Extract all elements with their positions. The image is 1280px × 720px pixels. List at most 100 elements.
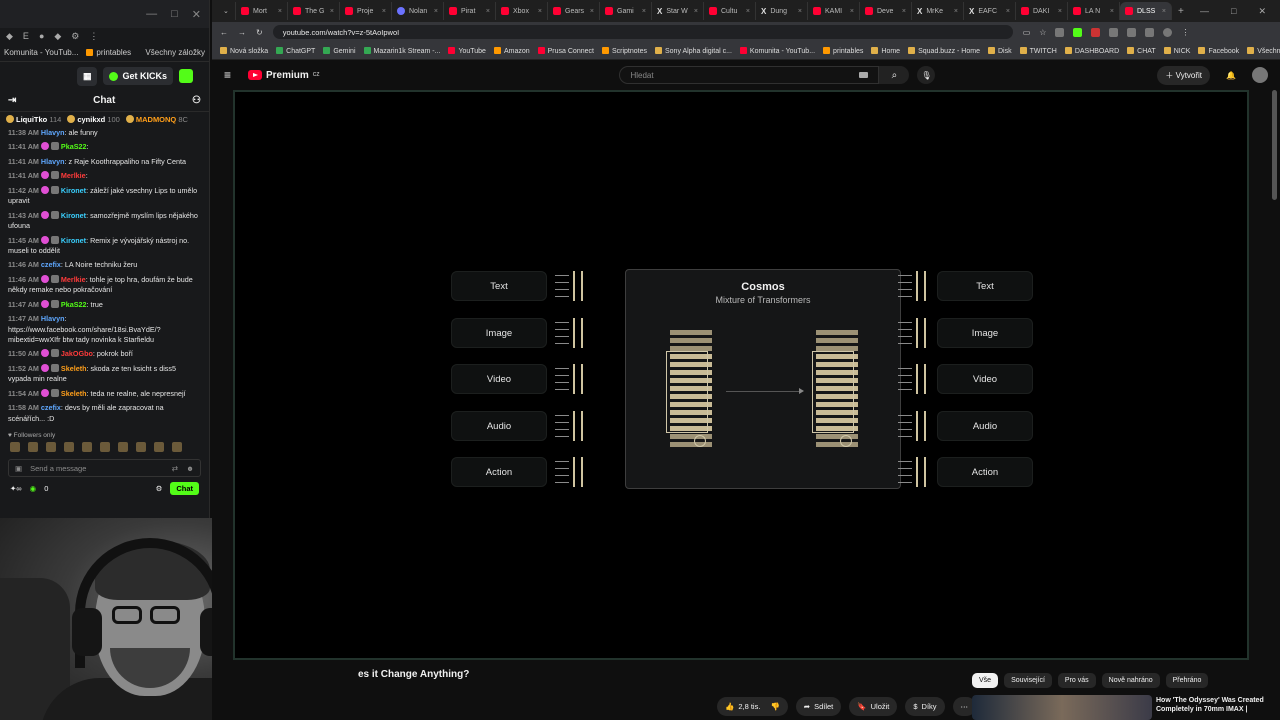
chat-send-button[interactable]: Chat — [170, 481, 199, 495]
cast-icon[interactable]: ▭ — [1023, 28, 1031, 37]
browser-tab[interactable]: Gears × — [548, 2, 600, 20]
get-kicks-button[interactable]: Get KICKs — [103, 67, 173, 85]
keyboard-icon[interactable] — [859, 72, 869, 78]
tab-close-icon[interactable]: × — [1006, 8, 1010, 15]
browser-tab[interactable]: Gami × — [600, 2, 652, 20]
youtube-logo[interactable]: Premium CZ — [248, 70, 319, 81]
gifter[interactable]: cynikxd 100 — [67, 114, 120, 124]
message-username[interactable]: Kironet — [61, 186, 86, 195]
star-icon[interactable]: ☆ — [1039, 28, 1046, 37]
extension-icon[interactable]: E — [23, 31, 29, 41]
message-username[interactable]: Skeleth — [61, 389, 87, 398]
extension-icon[interactable]: ◆ — [54, 31, 61, 42]
bookmark-item[interactable]: Gemini — [323, 46, 356, 55]
tab-close-icon[interactable]: × — [902, 8, 906, 15]
tab-close-icon[interactable]: × — [850, 8, 854, 15]
tab-close-icon[interactable]: × — [590, 8, 594, 15]
extension-icon[interactable] — [1127, 27, 1137, 37]
tab-search-button[interactable]: ⌄ — [218, 2, 236, 20]
filter-chip[interactable]: Pro vás — [1057, 673, 1096, 688]
bookmark-item[interactable]: DASHBOARD — [1064, 46, 1119, 55]
message-username[interactable]: PkaS22 — [61, 300, 87, 309]
emote[interactable] — [28, 442, 38, 453]
video-player[interactable]: Cosmos Mixture of Transformers Text Image… — [233, 90, 1249, 660]
emote[interactable] — [100, 442, 110, 453]
close-icon[interactable]: ✕ — [1258, 6, 1266, 17]
bookmark-item[interactable]: Prusa Connect — [537, 46, 594, 55]
recommended-thumbnail[interactable] — [972, 695, 1152, 720]
extension-icon[interactable]: ● — [39, 31, 44, 41]
filter-chip[interactable]: Související — [1004, 673, 1052, 688]
bookmark-item[interactable]: YouTube — [448, 46, 486, 55]
message-username[interactable]: Kironet — [61, 236, 86, 245]
thumb-down-icon[interactable]: 👎 — [770, 702, 779, 711]
extension-icon[interactable] — [1073, 27, 1083, 37]
browser-tab[interactable]: Proje × — [340, 2, 392, 20]
filter-chip[interactable]: Přehráno — [1165, 673, 1209, 688]
message-username[interactable]: czefix — [41, 403, 61, 412]
extension-icon[interactable] — [1109, 27, 1119, 37]
browser-tab[interactable]: X MrKe × — [912, 2, 964, 20]
browser-tab[interactable]: X Star W × — [652, 2, 704, 20]
message-input[interactable]: ▣ Send a message ⇄ ☻ — [8, 459, 201, 478]
save-button[interactable]: 🔖 Uložit — [849, 697, 898, 716]
emote[interactable] — [64, 442, 74, 453]
emote[interactable] — [46, 442, 56, 453]
browser-tab[interactable]: KAMI × — [808, 2, 860, 20]
browser-tab[interactable]: The G × — [288, 2, 340, 20]
tab-close-icon[interactable]: × — [538, 8, 542, 15]
browser-tab[interactable]: Nolan × — [392, 2, 444, 20]
new-tab-icon[interactable]: + — [1178, 6, 1184, 17]
filter-chip[interactable]: Nově nahráno — [1101, 673, 1160, 688]
emoji-icon[interactable]: ☻ — [186, 464, 194, 473]
tab-close-icon[interactable]: × — [954, 8, 958, 15]
bookmark-item[interactable]: Amazon — [493, 46, 530, 55]
scrollbar[interactable] — [1272, 90, 1277, 200]
bookmark-item[interactable]: Facebook — [1198, 46, 1239, 55]
avatar[interactable] — [1252, 67, 1268, 83]
browser-tab[interactable]: Pirat × — [444, 2, 496, 20]
bookmark-item[interactable]: Sony Alpha digital c... — [654, 46, 732, 55]
message-username[interactable]: czefix — [41, 260, 61, 269]
browser-tab[interactable]: DLSS × — [1120, 2, 1172, 20]
browser-tab[interactable]: Deve × — [860, 2, 912, 20]
user-list-icon[interactable]: ⚇ — [192, 95, 201, 106]
bookmark-item[interactable]: Komunita - YouTub... — [739, 46, 815, 55]
bookmark-item[interactable]: TWITCH — [1019, 46, 1057, 55]
emote[interactable] — [136, 442, 146, 453]
minimize-icon[interactable]: — — [1200, 6, 1209, 17]
back-icon[interactable]: ← — [220, 28, 228, 37]
share-button[interactable]: ➦ Sdílet — [795, 697, 842, 716]
bookmark-item[interactable]: printables — [823, 46, 863, 55]
minimize-icon[interactable]: — — [146, 8, 157, 20]
message-username[interactable]: Merlkie — [61, 275, 86, 284]
tab-close-icon[interactable]: × — [642, 8, 646, 15]
emote[interactable] — [172, 442, 182, 453]
translate-icon[interactable]: ⇄ — [172, 464, 178, 473]
bookmark[interactable]: Komunita - YouTub... — [4, 48, 78, 57]
all-bookmarks[interactable]: Všechny záložky — [1247, 46, 1280, 55]
bookmark-item[interactable]: Squad.buzz - Home — [908, 46, 980, 55]
message-username[interactable]: JakOGbo — [61, 349, 93, 358]
browser-tab[interactable]: Mort × — [236, 2, 288, 20]
emote[interactable] — [10, 442, 20, 453]
bookmark-item[interactable]: CHAT — [1127, 46, 1156, 55]
bookmark-item[interactable]: Home — [871, 46, 900, 55]
message-username[interactable]: Hlavyn — [41, 128, 65, 137]
address-bar[interactable]: youtube.com/watch?v=z-5tAoIpwoI — [272, 25, 1013, 39]
message-username[interactable]: Hlavyn — [41, 157, 65, 166]
search-button[interactable]: ⌕ — [879, 66, 910, 84]
extension-icon[interactable]: ◆ — [6, 31, 13, 42]
browser-tab[interactable]: DAKI × — [1016, 2, 1068, 20]
browser-tab[interactable]: Cultu × — [704, 2, 756, 20]
filter-chip[interactable]: Vše — [972, 673, 999, 688]
emote[interactable] — [154, 442, 164, 453]
message-username[interactable]: Skeleth — [61, 364, 87, 373]
forward-icon[interactable]: → — [238, 28, 246, 37]
tab-close-icon[interactable]: × — [694, 8, 698, 15]
thanks-button[interactable]: $ Díky — [905, 697, 945, 716]
bookmark-item[interactable]: NICK — [1163, 46, 1190, 55]
profile-icon[interactable] — [1163, 27, 1173, 37]
message-username[interactable]: Merlkie — [61, 171, 86, 180]
maximize-icon[interactable]: □ — [1231, 6, 1236, 17]
